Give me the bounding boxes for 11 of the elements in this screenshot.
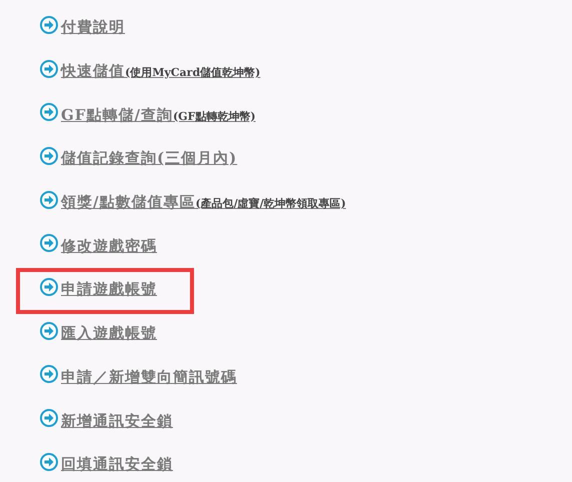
menu-link[interactable]: 付費說明 <box>61 18 125 38</box>
menu-link[interactable]: 申請遊戲帳號 <box>61 280 157 300</box>
menu-link[interactable]: 快速儲值(使用MyCard儲值乾坤幣) <box>61 62 260 82</box>
menu-link[interactable]: 修改遊戲密碼 <box>61 236 157 256</box>
menu-link[interactable]: GF點轉儲/查詢(GF點轉乾坤幣) <box>61 106 256 125</box>
menu-link[interactable]: 儲值記錄查詢(三個月內) <box>61 149 238 168</box>
menu-link[interactable]: 申請／新增雙向簡訊號碼 <box>61 368 237 387</box>
menu-link[interactable]: 領獎/點數儲值專區(產品包/虛寶/乾坤幣領取專區) <box>61 193 346 212</box>
menu-link[interactable]: 新增通訊安全鎖 <box>61 412 173 431</box>
menu-link[interactable]: 回填通訊安全鎖 <box>61 455 173 474</box>
menu-link[interactable]: 匯入遊戲帳號 <box>61 324 157 344</box>
